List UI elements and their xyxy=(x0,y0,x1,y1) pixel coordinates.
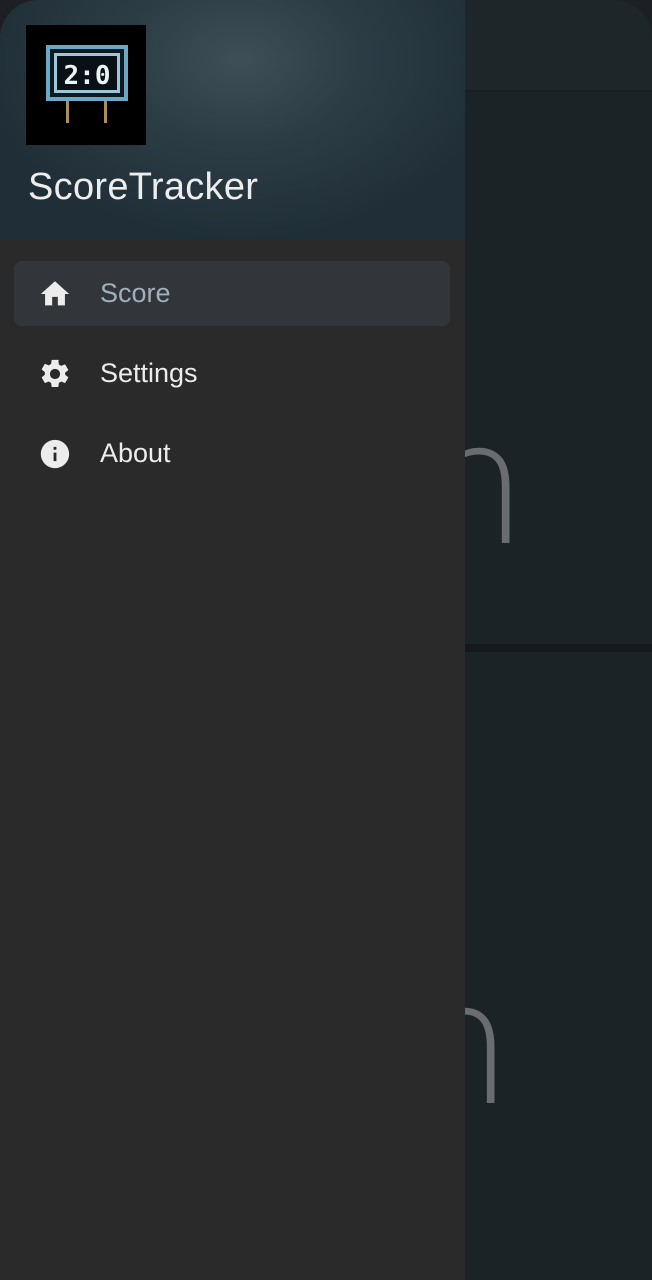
scoreboard-icon: 2:0 xyxy=(26,25,146,145)
svg-text:2:0: 2:0 xyxy=(64,61,111,91)
gear-icon xyxy=(38,357,72,391)
nav-item-score[interactable]: Score xyxy=(14,261,450,326)
drawer-header: 2:0 ScoreTracker xyxy=(0,0,465,240)
navigation-menu: Score Settings About xyxy=(0,261,465,501)
nav-item-settings[interactable]: Settings xyxy=(14,341,450,406)
app-title: ScoreTracker xyxy=(28,166,259,208)
nav-item-label: About xyxy=(100,438,171,468)
screen: n n 2:0 ScoreTracker xyxy=(0,0,652,1280)
info-icon xyxy=(38,437,72,471)
navigation-drawer: 2:0 ScoreTracker Score Settings About xyxy=(0,0,465,1280)
home-icon xyxy=(38,277,72,311)
nav-item-label: Settings xyxy=(100,358,198,388)
nav-item-label: Score xyxy=(100,278,171,308)
app-logo: 2:0 xyxy=(26,25,146,145)
nav-item-about[interactable]: About xyxy=(14,421,450,486)
